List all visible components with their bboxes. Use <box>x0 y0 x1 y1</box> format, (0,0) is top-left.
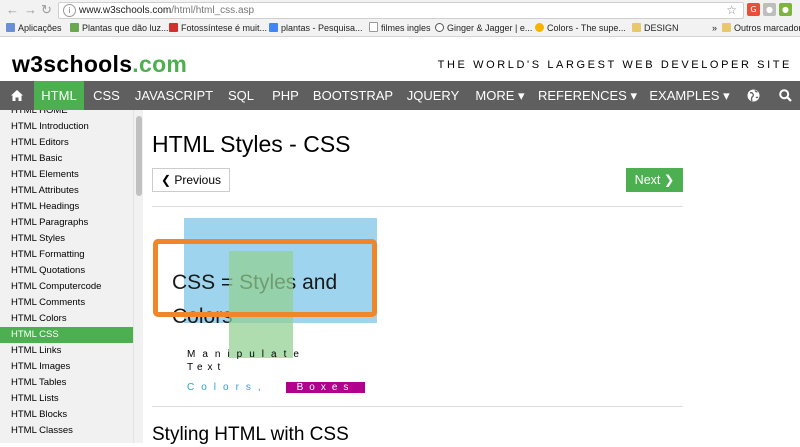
demo-colors-text: Colors, <box>187 382 268 393</box>
previous-button[interactable]: ❮ Previous <box>152 168 230 192</box>
apps-icon <box>6 23 15 32</box>
sidebar-item-html-elements[interactable]: HTML Elements <box>0 167 133 183</box>
page-icon <box>369 22 378 32</box>
folder-icon <box>722 23 731 32</box>
divider <box>152 206 683 207</box>
colors-icon <box>535 23 544 32</box>
bookmark-favicon <box>70 23 79 32</box>
sidebar-item-html-introduction[interactable]: HTML Introduction <box>0 119 133 135</box>
sidebar-item-html-images[interactable]: HTML Images <box>0 359 133 375</box>
bookmark-item[interactable]: Fotossíntese é muit... <box>169 21 267 35</box>
arrow-left-icon[interactable]: ← <box>6 2 19 18</box>
extension-icon[interactable]: ● <box>779 3 792 16</box>
sidebar-list: HTML HOME HTML Introduction HTML Editors… <box>0 110 133 439</box>
nav-references[interactable]: REFERENCES ▾ <box>532 81 643 110</box>
sidebar-item-html-quotations[interactable]: HTML Quotations <box>0 263 133 279</box>
sidebar-item-html-formatting[interactable]: HTML Formatting <box>0 247 133 263</box>
sidebar-item-html-styles[interactable]: HTML Styles <box>0 231 133 247</box>
site-logo[interactable]: w3schools.com <box>12 50 187 78</box>
browser-toolbar: ← → ↻ i www.w3schools.com/html/html_css.… <box>0 0 800 20</box>
search-icon[interactable] <box>772 81 798 110</box>
top-navigation: HTML CSS JAVASCRIPT SQL PHP BOOTSTRAP JQ… <box>0 81 800 110</box>
demo-orange-border <box>153 239 377 317</box>
bookmark-item[interactable]: filmes ingles <box>369 21 431 35</box>
home-icon[interactable] <box>0 81 34 110</box>
extension-icon[interactable]: G <box>747 3 760 16</box>
nav-sql[interactable]: SQL <box>219 81 263 110</box>
sidebar-item-html-basic[interactable]: HTML Basic <box>0 151 133 167</box>
nav-javascript[interactable]: JAVASCRIPT <box>129 81 219 110</box>
bookmark-item[interactable]: Plantas que dão luz... <box>70 21 169 35</box>
sidebar-item-html-lists[interactable]: HTML Lists <box>0 391 133 407</box>
bookmark-item[interactable]: Colors - The supe... <box>535 21 626 35</box>
arrow-right-icon[interactable]: → <box>24 2 37 18</box>
bookmark-item[interactable]: Aplicações <box>6 21 62 35</box>
google-icon <box>269 23 278 32</box>
bookmark-favicon <box>435 23 444 32</box>
sidebar-item-html-home[interactable]: HTML HOME <box>0 110 133 119</box>
sidebar-item-html-headings[interactable]: HTML Headings <box>0 199 133 215</box>
divider <box>152 406 683 407</box>
section-heading: Styling HTML with CSS <box>152 424 349 445</box>
address-bar[interactable]: i www.w3schools.com/html/html_css.asp ☆ <box>58 2 744 19</box>
demo-text-label: Text <box>187 362 226 373</box>
nav-more[interactable]: MORE ▾ <box>468 81 532 110</box>
nav-examples[interactable]: EXAMPLES ▾ <box>643 81 736 110</box>
sidebar-item-html-colors[interactable]: HTML Colors <box>0 311 133 327</box>
sidebar-item-html-comments[interactable]: HTML Comments <box>0 295 133 311</box>
sidebar-item-html-css[interactable]: HTML CSS <box>0 327 133 343</box>
demo-boxes-label: Boxes <box>286 382 365 393</box>
sidebar-item-html-editors[interactable]: HTML Editors <box>0 135 133 151</box>
bookmark-item[interactable]: plantas - Pesquisa... <box>269 21 363 35</box>
page-title: HTML Styles - CSS <box>152 131 351 157</box>
bookmark-item[interactable]: DESIGN <box>632 21 679 35</box>
demo-manipulate-text: Manipulate <box>187 349 306 360</box>
url-text[interactable]: www.w3schools.com/html/html_css.asp <box>79 4 254 17</box>
folder-icon <box>632 23 641 32</box>
sidebar-scrollbar[interactable] <box>133 110 143 443</box>
sidebar-item-html-links[interactable]: HTML Links <box>0 343 133 359</box>
nav-jquery[interactable]: JQUERY <box>398 81 468 110</box>
extension-icon[interactable]: ● <box>763 3 776 16</box>
bookmark-item[interactable]: Ginger & Jagger | e... <box>435 21 532 35</box>
scrollbar-thumb[interactable] <box>136 116 142 196</box>
nav-css[interactable]: CSS <box>84 81 129 110</box>
nav-php[interactable]: PHP <box>263 81 308 110</box>
site-tagline: THE WORLD'S LARGEST WEB DEVELOPER SITE <box>437 59 792 71</box>
bookmark-overflow[interactable]: » <box>712 21 717 35</box>
sidebar-item-html-classes[interactable]: HTML Classes <box>0 423 133 439</box>
sidebar-item-html-blocks[interactable]: HTML Blocks <box>0 407 133 423</box>
info-icon[interactable]: i <box>63 4 76 17</box>
sidebar: HTML HOME HTML Introduction HTML Editors… <box>0 110 143 443</box>
bookmark-favicon <box>169 23 178 32</box>
css-demo-illustration: CSS = Styles and Colors Manipulate Text … <box>152 218 392 398</box>
sidebar-item-html-tables[interactable]: HTML Tables <box>0 375 133 391</box>
nav-bootstrap[interactable]: BOOTSTRAP <box>308 81 398 110</box>
globe-icon[interactable] <box>740 81 766 110</box>
nav-html[interactable]: HTML <box>34 81 84 110</box>
sidebar-item-html-paragraphs[interactable]: HTML Paragraphs <box>0 215 133 231</box>
bookmarks-bar: Aplicações Plantas que dão luz... Fotoss… <box>0 20 800 37</box>
sidebar-item-html-attributes[interactable]: HTML Attributes <box>0 183 133 199</box>
sidebar-item-html-computercode[interactable]: HTML Computercode <box>0 279 133 295</box>
other-bookmarks[interactable]: Outros marcador <box>722 21 800 35</box>
star-icon[interactable]: ☆ <box>726 3 737 17</box>
reload-icon[interactable]: ↻ <box>41 2 52 18</box>
next-button[interactable]: Next ❯ <box>626 168 683 192</box>
